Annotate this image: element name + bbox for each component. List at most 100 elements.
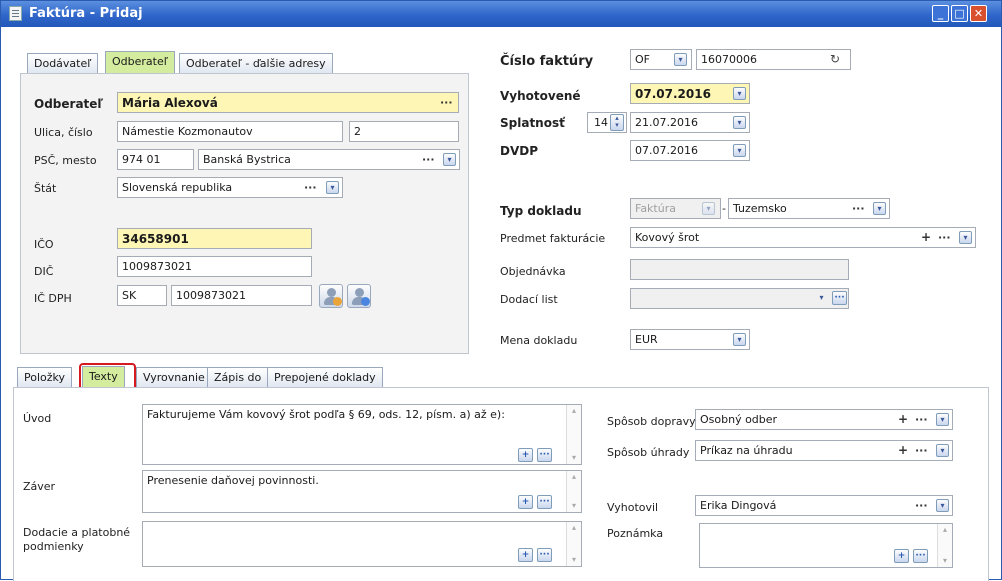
zip-field[interactable]: 974 01 [117,149,194,170]
street-field[interactable]: Námestie Kozmonautov [117,121,343,142]
due-date-field[interactable]: 21.07.2016 [630,112,750,133]
currency-field[interactable]: EUR [630,329,750,350]
closing-textarea[interactable]: Prenesenie daňovej povinnosti. ▴ ▾ [142,470,582,513]
currency-value: EUR [635,333,658,346]
tab-supplier[interactable]: Dodávateľ [27,53,99,74]
invoice-series-dropdown-icon[interactable]: ▾ [674,53,687,66]
intro-browse-icon[interactable]: ··· [537,448,552,462]
intro-textarea[interactable]: Fakturujeme Vám kovový šrot podľa § 69, … [142,404,582,465]
ico-field[interactable]: 34658901 [117,228,312,249]
terms-label-line-2: podmienky [23,540,84,553]
dvdp-date-field[interactable]: 07.07.2016 [630,140,750,161]
country-browse-icon[interactable]: ··· [304,181,317,194]
customer-browse-icon[interactable]: ··· [440,96,453,109]
city-dropdown-icon[interactable]: ▾ [443,153,456,166]
shipping-dropdown-icon[interactable]: ▾ [936,413,949,426]
issuer-dropdown-icon[interactable]: ▾ [936,499,949,512]
city-browse-icon[interactable]: ··· [422,153,435,166]
shipping-browse-icon[interactable]: ··· [915,413,928,426]
shipping-value: Osobný odber [700,413,778,426]
doc-region-dropdown-icon[interactable]: ▾ [873,202,886,215]
add-user-button[interactable] [347,284,371,308]
payment-dropdown-icon[interactable]: ▾ [936,444,949,457]
intro-add-icon[interactable]: + [518,448,533,462]
country-dropdown-icon[interactable]: ▾ [326,181,339,194]
order-field[interactable] [630,259,849,280]
delivery-note-dropdown-icon[interactable]: ▾ [815,292,828,305]
issued-label: Vyhotovené [500,89,581,103]
street-label: Ulica, číslo [34,126,93,139]
maximize-button[interactable]: □ [951,5,968,22]
doc-region-browse-icon[interactable]: ··· [852,202,865,215]
terms-scrollbar[interactable]: ▴ ▾ [566,522,581,566]
subject-dropdown-icon[interactable]: ▾ [959,231,972,244]
note-scrollbar[interactable]: ▴ ▾ [937,524,952,567]
terms-add-icon[interactable]: + [518,548,533,562]
closing-browse-icon[interactable]: ··· [537,495,552,509]
terms-label: Dodacie a platobné [23,526,131,539]
refresh-icon[interactable]: ↻ [830,52,840,66]
dvdp-label: DVDP [500,144,539,158]
icdph-prefix-field[interactable]: SK [117,285,167,306]
closing-scrollbar[interactable]: ▴ ▾ [566,471,581,512]
doc-type-label: Typ dokladu [500,204,582,218]
minimize-button[interactable]: _ [932,5,949,22]
shipping-label: Spôsob dopravy [607,415,696,428]
closing-label: Záver [23,480,56,493]
tab-settlement[interactable]: Vyrovnanie [136,367,212,388]
close-button[interactable]: ✕ [970,5,987,22]
note-browse-icon[interactable]: ··· [913,549,928,563]
doc-type-dropdown-icon: ▾ [702,202,715,215]
invoice-series-value: OF [635,53,650,66]
shipping-add-icon[interactable]: + [898,412,908,426]
tab-items[interactable]: Položky [17,367,73,388]
subject-value: Kovový šrot [635,231,700,244]
ico-label: IČO [34,238,54,251]
tab-linked-documents[interactable]: Prepojené doklady [267,367,383,388]
subject-label: Predmet fakturácie [500,232,606,245]
document-icon [9,6,22,21]
tab-customer-addresses[interactable]: Odberateľ - ďalšie adresy [179,53,333,74]
street-number-field[interactable]: 2 [349,121,459,142]
currency-label: Mena dokladu [500,334,578,347]
issuer-browse-icon[interactable]: ··· [915,499,928,512]
closing-text: Prenesenie daňovej povinnosti. [147,474,319,487]
delivery-note-browse-icon[interactable]: ··· [832,291,847,305]
due-calendar-icon[interactable]: ▾ [733,116,746,129]
tab-write-to[interactable]: Zápis do [207,367,269,388]
closing-add-icon[interactable]: + [518,495,533,509]
title-bar[interactable]: Faktúra - Pridaj _ □ ✕ [1,1,1001,27]
terms-textarea[interactable]: ▴ ▾ [142,521,582,567]
edit-user-button[interactable] [319,284,343,308]
payment-add-icon[interactable]: + [898,443,908,457]
note-add-icon[interactable]: + [894,549,909,563]
doc-type-value: Faktúra [635,202,676,215]
issued-calendar-icon[interactable]: ▾ [733,87,746,100]
currency-dropdown-icon[interactable]: ▾ [733,333,746,346]
payment-browse-icon[interactable]: ··· [915,444,928,457]
dic-label: DIČ [34,265,54,278]
city-field[interactable]: Banská Bystrica [198,149,460,170]
invoice-number-label: Číslo faktúry [500,54,594,69]
invoice-number-field[interactable]: 16070006 [696,49,851,70]
issuer-value: Erika Dingová [700,499,777,512]
user-add-icon [355,288,364,297]
issued-date-field[interactable]: 07.07.2016 [630,83,750,104]
dic-field[interactable]: 1009873021 [117,256,312,277]
due-days-spinner-icon[interactable]: ▴ ▾ [610,114,624,131]
subject-add-icon[interactable]: + [921,230,931,244]
subject-browse-icon[interactable]: ··· [938,231,951,244]
customer-name-field[interactable]: Mária Alexová [117,92,459,113]
city-value: Banská Bystrica [203,153,291,166]
note-label: Poznámka [607,527,664,540]
tab-customer[interactable]: Odberateľ [105,51,175,74]
payment-value: Príkaz na úhradu [700,444,793,457]
terms-browse-icon[interactable]: ··· [537,548,552,562]
intro-scrollbar[interactable]: ▴ ▾ [566,405,581,464]
window-title: Faktúra - Pridaj [29,6,143,21]
doc-region-field[interactable]: Tuzemsko [728,198,890,219]
due-date-value: 21.07.2016 [635,116,698,129]
icdph-field[interactable]: 1009873021 [171,285,312,306]
dvdp-calendar-icon[interactable]: ▾ [733,144,746,157]
icdph-label: IČ DPH [34,292,72,305]
